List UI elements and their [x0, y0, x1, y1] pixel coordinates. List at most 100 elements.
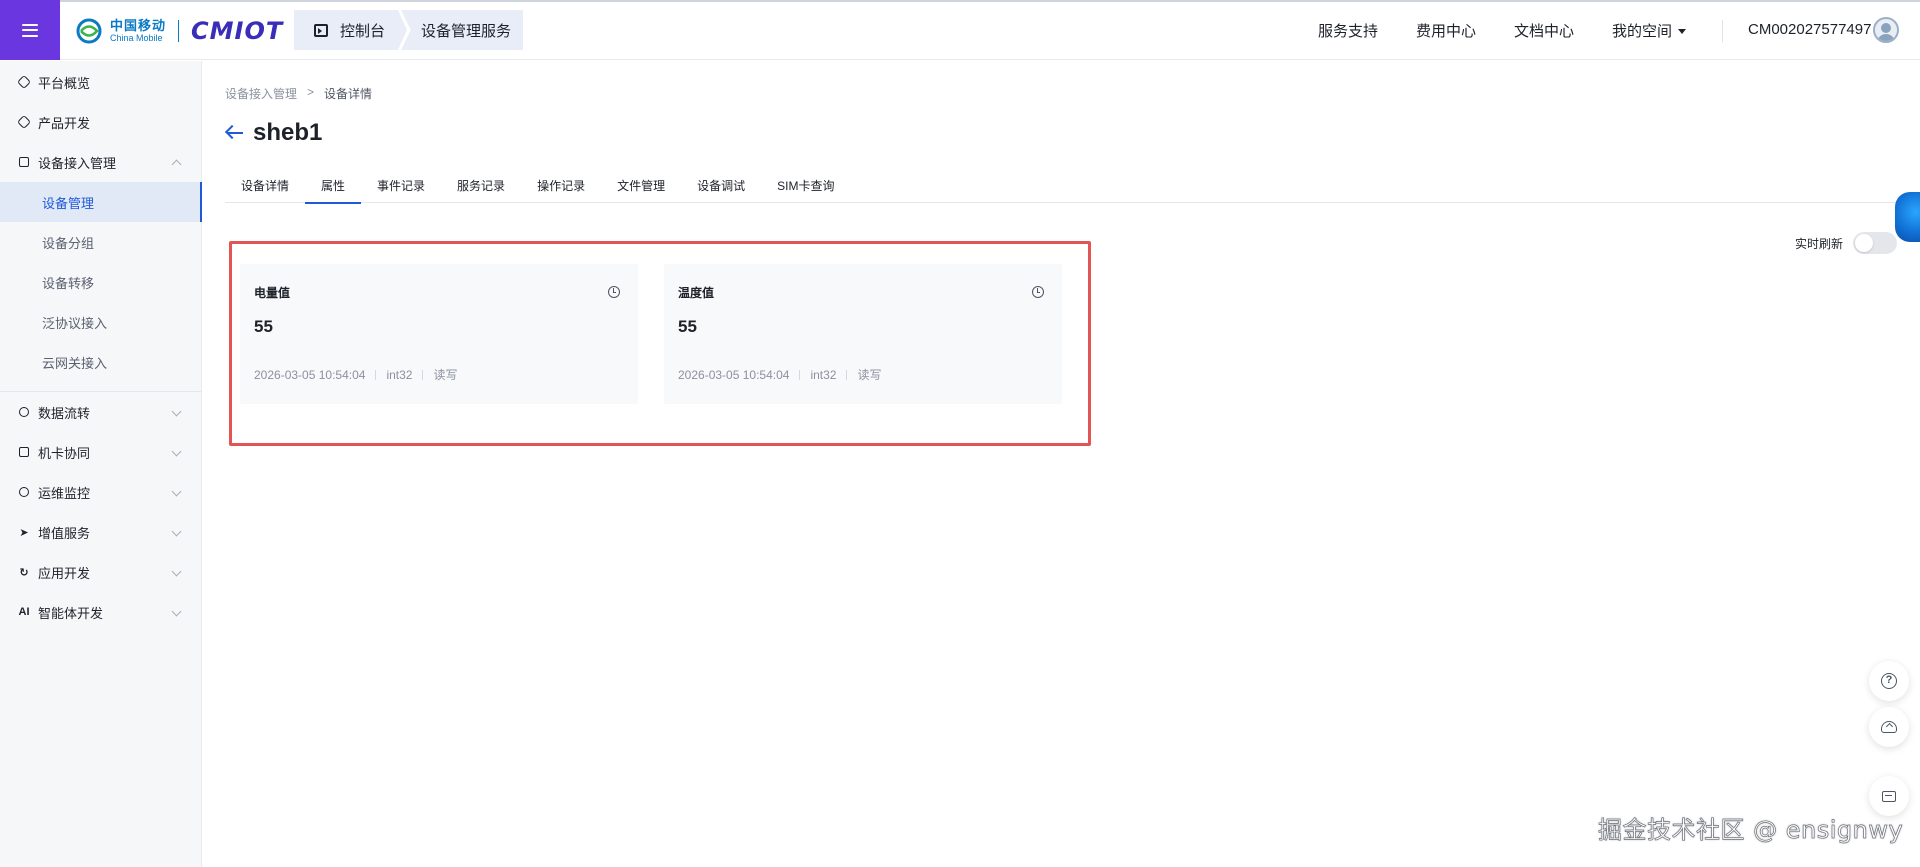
my-space-label: 我的空间 — [1611, 22, 1672, 40]
header-divider — [1722, 20, 1723, 42]
tab-event-records[interactable]: 事件记录 — [361, 177, 441, 203]
cube-icon — [16, 114, 32, 130]
sidebar-sub-cloud-gateway[interactable]: 云网关接入 — [0, 342, 202, 382]
property-meta: 2026-03-05 10:54:04 int32 读写 — [678, 366, 881, 383]
account-id[interactable]: CM002027577497 — [1748, 0, 1871, 60]
logo[interactable]: 中国移动 China Mobile CMIOT — [76, 16, 283, 46]
logo-cn-text: 中国移动 — [110, 18, 167, 33]
sidebar-sub-device-transfer[interactable]: 设备转移 — [0, 262, 202, 302]
meta-divider — [375, 369, 377, 380]
history-icon[interactable] — [1032, 286, 1044, 298]
devices-icon — [18, 156, 30, 168]
sidebar-sub-generic-protocol[interactable]: 泛协议接入 — [0, 302, 202, 342]
meta-divider — [799, 369, 801, 380]
tab-sim-query[interactable]: SIM卡查询 — [761, 177, 850, 203]
chevron-down-icon — [171, 406, 182, 417]
page-title: sheb1 — [253, 119, 323, 146]
message-icon — [1882, 790, 1896, 802]
realtime-refresh-toggle[interactable] — [1853, 232, 1898, 254]
sidebar-item-card-collab[interactable]: 机卡协同 — [0, 432, 202, 472]
property-name: 温度值 — [678, 286, 715, 300]
sidebar-item-label: 数据流转 — [38, 405, 91, 421]
logo-en-text: China Mobile — [110, 33, 163, 43]
sidebar-item-label: 机卡协同 — [38, 445, 91, 461]
chart-pie-icon — [18, 486, 30, 498]
sidebar-item-label: 运维监控 — [38, 485, 91, 501]
tab-properties[interactable]: 属性 — [305, 177, 362, 204]
watermark: 掘金技术社区 @ ensignwy — [1598, 816, 1904, 845]
china-mobile-logo-icon — [76, 18, 102, 44]
top-links: 服务支持 费用中心 文档中心 我的空间 — [1280, 0, 1686, 60]
question-icon: ? — [1881, 673, 1897, 689]
hexagon-icon — [16, 74, 32, 90]
sidebar-item-label: 设备接入管理 — [38, 155, 117, 171]
title-row: sheb1 — [224, 119, 323, 147]
property-type: int32 — [810, 367, 837, 382]
property-access: 读写 — [433, 368, 458, 382]
sidebar-sub-device-management[interactable]: 设备管理 — [0, 182, 202, 222]
tab-file-management[interactable]: 文件管理 — [601, 177, 681, 203]
tab-device-detail[interactable]: 设备详情 — [225, 177, 305, 203]
caret-down-icon — [1678, 29, 1686, 35]
property-card: 电量值 55 2026-03-05 10:54:04 int32 读写 — [240, 264, 638, 404]
sidebar-item-value-added[interactable]: ➤ 增值服务 — [0, 512, 202, 552]
sidebar-item-device-access[interactable]: 设备接入管理 — [0, 142, 202, 182]
history-icon[interactable] — [608, 286, 620, 298]
chevron-down-icon — [171, 486, 182, 497]
sidebar-item-overview[interactable]: 平台概览 — [0, 62, 202, 102]
assistant-mascot-icon[interactable] — [1895, 192, 1920, 242]
top-header: 中国移动 China Mobile CMIOT 控制台 设备管理服务 服务支持 … — [0, 0, 1920, 60]
toggle-knob — [1855, 234, 1874, 252]
detail-tabs: 设备详情 属性 事件记录 服务记录 操作记录 文件管理 设备调试 SIM卡查询 — [225, 177, 1920, 204]
cloud-up-icon — [1881, 721, 1897, 733]
console-icon — [314, 23, 328, 37]
sidebar-item-agent-dev[interactable]: AI 智能体开发 — [0, 592, 202, 632]
sidebar-item-product-dev[interactable]: 产品开发 — [0, 102, 202, 142]
console-nav-tab[interactable]: 控制台 — [294, 10, 407, 50]
property-card: 温度值 55 2026-03-05 10:54:04 int32 读写 — [664, 264, 1062, 404]
breadcrumb-current: 设备详情 — [324, 87, 373, 101]
back-arrow-icon[interactable] — [224, 124, 243, 140]
property-name: 电量值 — [254, 286, 291, 300]
chevron-up-icon — [171, 159, 182, 170]
link-icon — [18, 446, 30, 458]
tab-service-records[interactable]: 服务记录 — [441, 177, 521, 203]
device-service-label: 设备管理服务 — [421, 22, 512, 40]
help-button[interactable]: ? — [1869, 661, 1909, 701]
property-time: 2026-03-05 10:54:04 — [254, 367, 366, 382]
user-avatar[interactable] — [1873, 17, 1899, 43]
sidebar-item-label: 应用开发 — [38, 565, 91, 581]
chevron-down-icon — [171, 446, 182, 457]
breadcrumb-parent[interactable]: 设备接入管理 — [225, 85, 297, 102]
sidebar-item-label: 智能体开发 — [38, 605, 104, 621]
tab-operation-records[interactable]: 操作记录 — [521, 177, 601, 203]
sidebar-item-label: 产品开发 — [38, 115, 91, 131]
meta-divider — [422, 369, 424, 380]
console-label: 控制台 — [340, 22, 386, 40]
ai-icon: AI — [18, 606, 30, 618]
device-service-nav-tab[interactable]: 设备管理服务 — [401, 10, 523, 50]
sidebar-item-label: 平台概览 — [38, 75, 91, 91]
property-value: 55 — [678, 317, 697, 336]
breadcrumb: 设备接入管理 > 设备详情 — [225, 85, 372, 102]
sidebar-sub-device-group[interactable]: 设备分组 — [0, 222, 202, 262]
chevron-down-icon — [171, 606, 182, 617]
docs-center-link[interactable]: 文档中心 — [1514, 20, 1574, 41]
main-content: 设备接入管理 > 设备详情 sheb1 设备详情 属性 事件记录 服务记录 操作… — [203, 61, 1920, 867]
back-to-top-button[interactable] — [1869, 707, 1909, 747]
sidebar-item-ops-monitor[interactable]: 运维监控 — [0, 472, 202, 512]
billing-center-link[interactable]: 费用中心 — [1416, 20, 1476, 41]
my-space-dropdown[interactable]: 我的空间 — [1612, 20, 1686, 41]
tab-device-debug[interactable]: 设备调试 — [681, 177, 761, 203]
logo-divider — [178, 20, 180, 42]
hamburger-menu-button[interactable] — [0, 0, 60, 60]
property-access: 读写 — [857, 368, 882, 382]
chevron-down-icon — [171, 566, 182, 577]
app-icon: ↻ — [19, 566, 29, 579]
service-support-link[interactable]: 服务支持 — [1318, 20, 1378, 41]
sidebar-item-data-flow[interactable]: 数据流转 — [0, 392, 202, 432]
hamburger-icon — [22, 23, 38, 37]
sidebar-item-app-dev[interactable]: ↻ 应用开发 — [0, 552, 202, 592]
realtime-refresh-label: 实时刷新 — [1795, 236, 1844, 251]
meta-divider — [846, 369, 848, 380]
